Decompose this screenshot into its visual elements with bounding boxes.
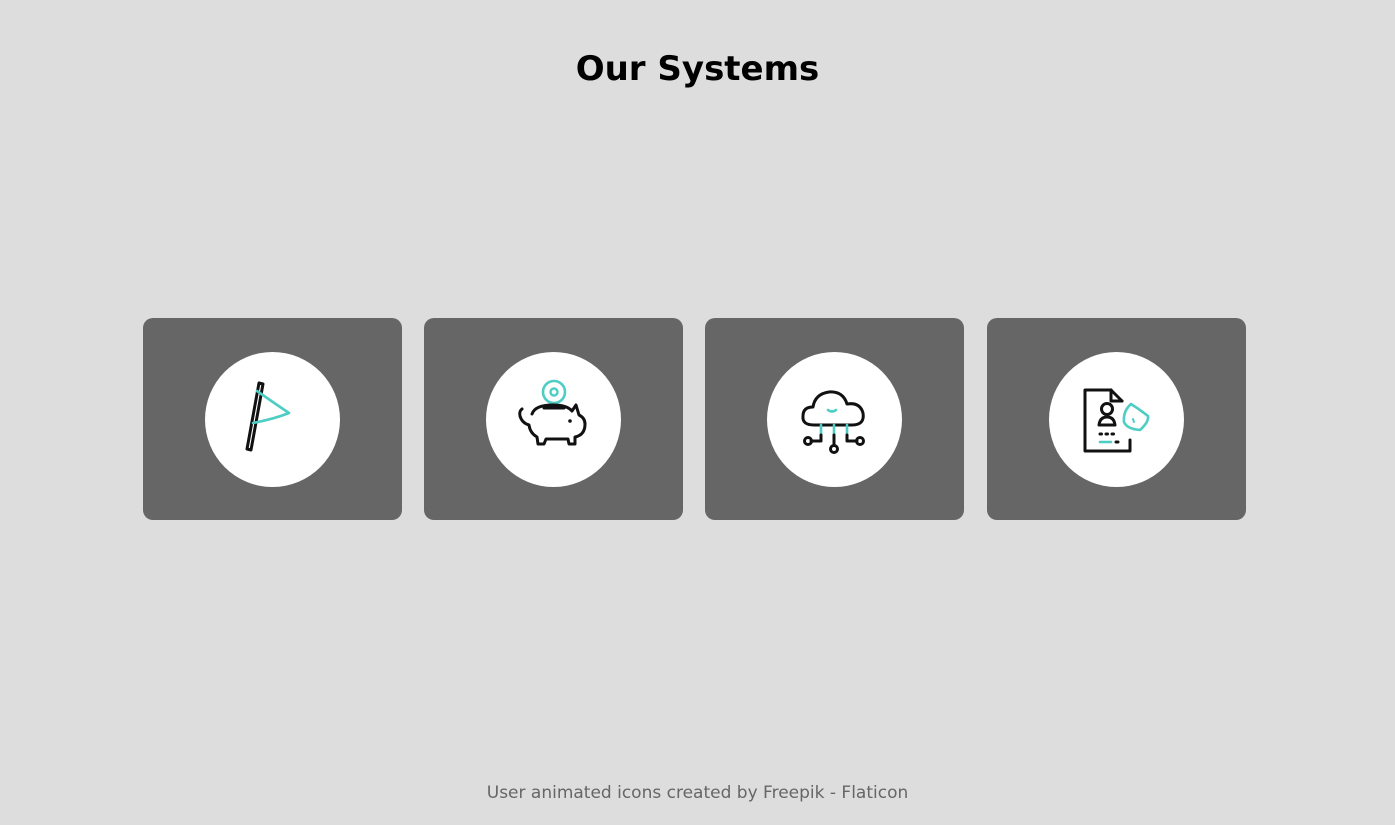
- icon-circle: [1049, 352, 1184, 487]
- piggy-bank-icon: [518, 379, 587, 446]
- attribution-credit: User animated icons created by Freepik -…: [486, 783, 909, 803]
- system-card-secure-document[interactable]: [987, 318, 1246, 520]
- flag-icon: [245, 381, 291, 452]
- systems-card-row: [143, 318, 1246, 520]
- system-card-flag[interactable]: [143, 318, 402, 520]
- secure-profile-document-icon: [1083, 388, 1150, 453]
- cloud-network-icon: [801, 390, 865, 454]
- page-title: Our Systems: [575, 49, 820, 89]
- icon-circle: [205, 352, 340, 487]
- icon-circle: [486, 352, 621, 487]
- system-card-cloud-network[interactable]: [705, 318, 964, 520]
- system-card-piggy-bank[interactable]: [424, 318, 683, 520]
- icon-circle: [767, 352, 902, 487]
